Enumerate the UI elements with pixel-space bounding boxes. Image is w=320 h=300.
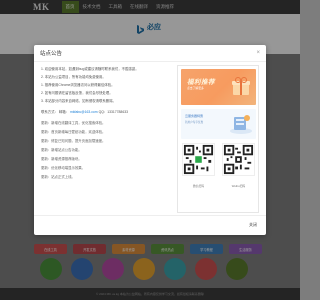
modal-footer: 关闭 <box>34 215 266 235</box>
weibo-qr-caption: Weibo扫码 <box>231 184 246 188</box>
update-line: 更新：新增在线翻译工具，优化搜索体验。 <box>41 121 106 125</box>
cloud-promo[interactable]: 云服务器特惠 新用户专享优惠 <box>181 109 256 139</box>
contact-email-link[interactable]: mkfabu@163.com <box>70 110 98 114</box>
wechat-qr-caption: 微信扫码 <box>192 184 205 188</box>
update-line: 更新：修复已知问题，提升页面加载速度。 <box>41 139 106 143</box>
gift-icon <box>232 77 250 95</box>
close-button[interactable]: 关闭 <box>249 222 257 228</box>
announcement-line: 2. 如有问题请在留言板反馈，我们会尽快处理。 <box>41 91 113 95</box>
weibo-qr: Weibo扫码 <box>222 143 255 188</box>
qr-code-icon <box>222 143 255 176</box>
close-icon[interactable]: × <box>256 50 260 56</box>
update-line: 更新：优化移动端显示效果。 <box>41 166 86 170</box>
modal-header: 站点公告 × <box>34 45 266 62</box>
announcement-modal: 站点公告 × 1. 欢迎使用本站，如遇到bug或建议请随时联系我们，不胜感激。 … <box>34 45 266 235</box>
contact-line: 联系方式： 邮箱： mkfabu@163.com QQ：13317788633 <box>41 110 128 114</box>
qr-code-icon <box>182 143 215 176</box>
promo-banner[interactable]: 福利推荐 点击了解更多 <box>181 69 256 105</box>
modal-title: 站点公告 <box>40 51 63 57</box>
promo-title: 福利推荐 <box>187 79 215 86</box>
contact-label: 联系方式： <box>41 110 58 114</box>
wechat-qr: 微信扫码 <box>182 143 215 188</box>
server-icon <box>230 115 252 134</box>
update-line: 更新：站点正式上线。 <box>41 175 75 179</box>
cloud-promo-title: 云服务器特惠 <box>185 114 204 118</box>
contact-email-label: 邮箱： <box>58 110 70 114</box>
promo-subtitle: 点击了解更多 <box>187 86 204 90</box>
cloud-promo-subtitle: 新用户专享优惠 <box>185 121 204 124</box>
announcement-line: 2. 本站为公益项目，所有功能均免费使用。 <box>41 75 106 79</box>
update-line: 更新：首页新增每日壁纸功能，欢迎体验。 <box>41 130 106 134</box>
sidebar-ads: 福利推荐 点击了解更多 云服务器特惠 新用户专享优惠 微信扫码 Weibo扫码 <box>177 65 259 213</box>
update-line: 更新：新增站点公告功能。 <box>41 148 82 152</box>
contact-qq: QQ：13317788633 <box>98 110 128 114</box>
update-line: 更新：新增资源推荐版块。 <box>41 157 82 161</box>
announcement-line: 1. 欢迎使用本站，如遇到bug或建议请随时联系我们，不胜感激。 <box>41 67 139 71</box>
announcement-line: 3. 本站部分内容来自网络，如有侵权请联系删除。 <box>41 99 116 103</box>
announcement-line: 1. 推荐使用Chrome浏览器访问以获得最佳体验。 <box>41 83 115 87</box>
